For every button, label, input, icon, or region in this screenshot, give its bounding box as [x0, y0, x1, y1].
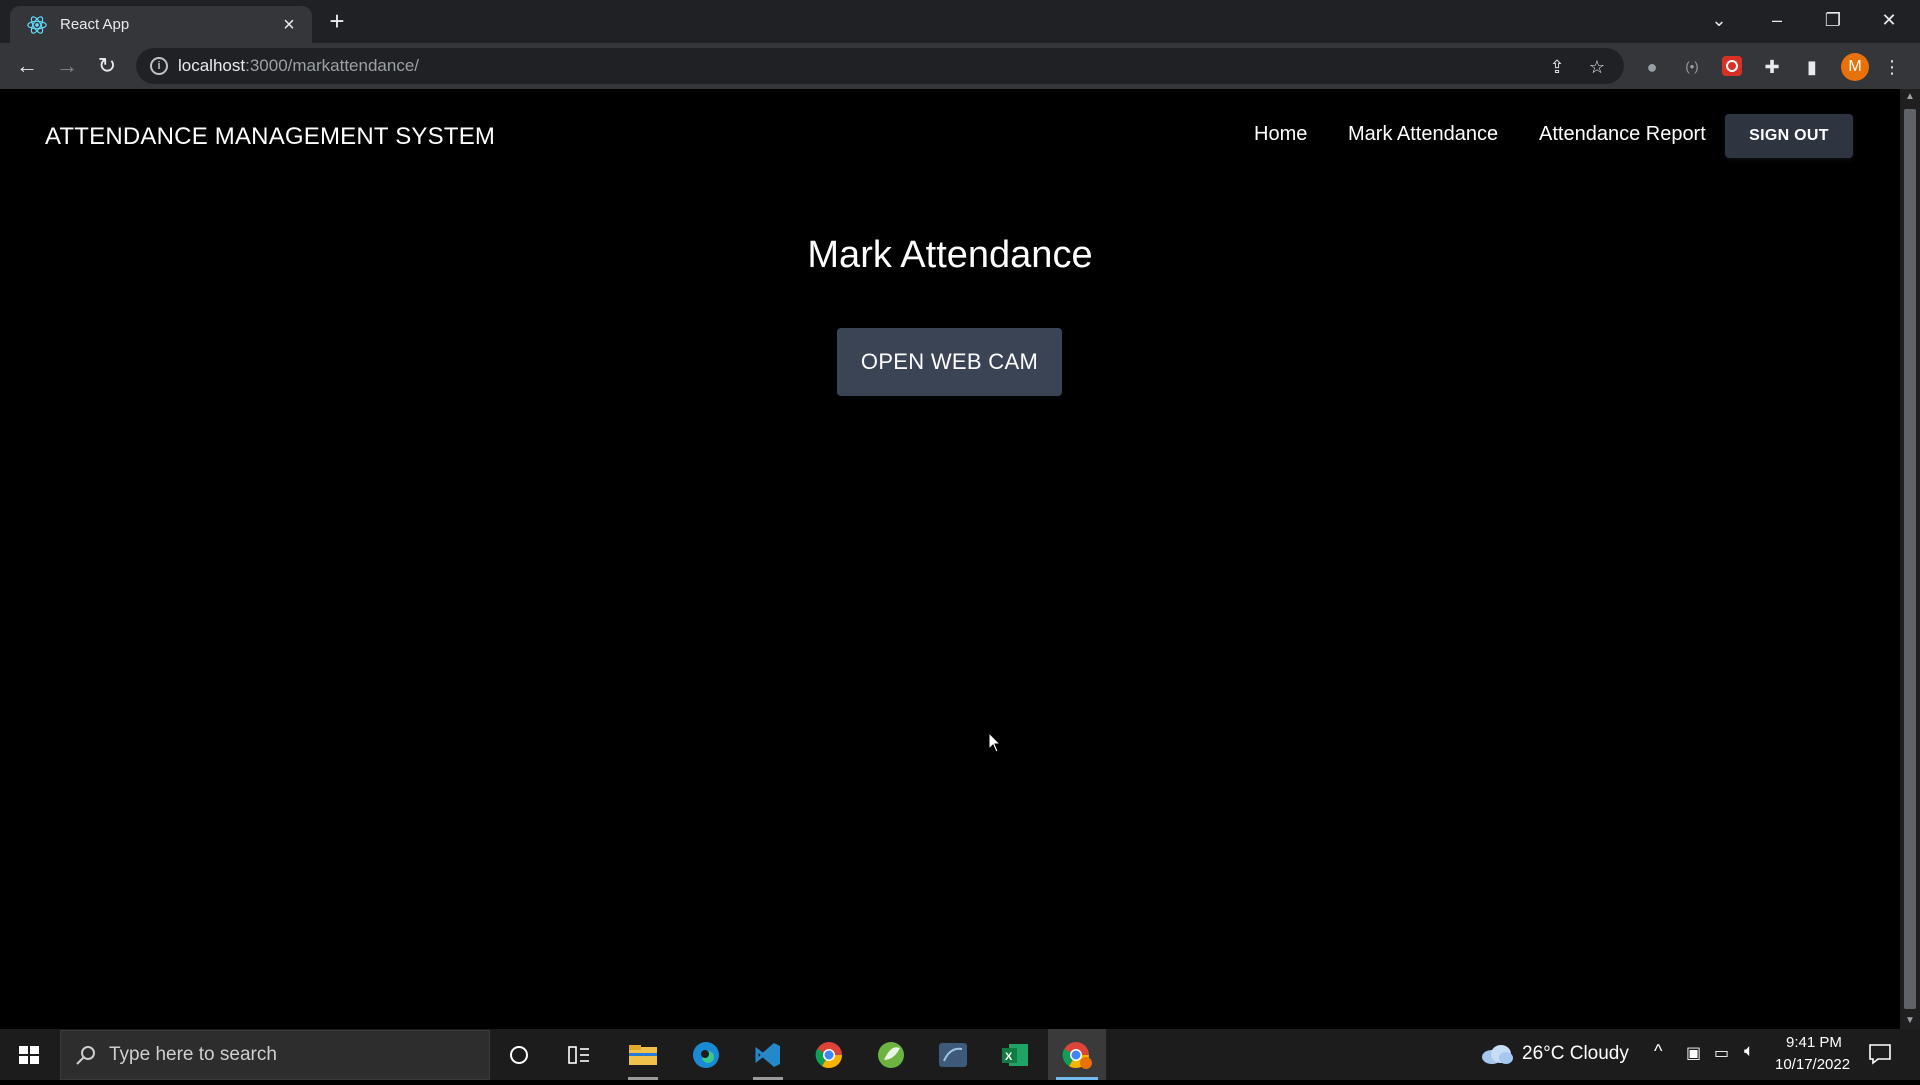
browser-tab[interactable]: React App ×: [10, 6, 312, 43]
search-icon: [76, 1046, 95, 1065]
search-placeholder: Type here to search: [109, 1044, 277, 1065]
puzzle-icon[interactable]: ✚: [1760, 55, 1784, 79]
windows-taskbar: Type here to search X 26°C Cloudy ^ ▣ ▭ …: [0, 1029, 1920, 1080]
forward-icon[interactable]: →: [53, 53, 81, 81]
page-viewport: ATTENDANCE MANAGEMENT SYSTEM Home Mark A…: [0, 89, 1900, 1029]
extension-icon[interactable]: ●: [1640, 55, 1664, 79]
menu-kebab-icon[interactable]: ⋮: [1880, 55, 1904, 79]
side-panel-icon[interactable]: ▮: [1800, 55, 1824, 79]
nav-attendance-report[interactable]: Attendance Report: [1539, 123, 1706, 146]
clock-time[interactable]: 9:41 PM: [1786, 1034, 1842, 1051]
open-webcam-button[interactable]: OPEN WEB CAM: [837, 328, 1062, 396]
cloud-weather-icon[interactable]: [1480, 1043, 1514, 1065]
battery-icon[interactable]: ▭: [1714, 1043, 1729, 1063]
meet-now-icon[interactable]: ▣: [1686, 1043, 1701, 1063]
profile-avatar[interactable]: M: [1841, 53, 1869, 81]
tab-strip: React App × + ⌄ – ❐ ✕: [0, 0, 1920, 43]
sign-out-button[interactable]: SIGN OUT: [1725, 114, 1853, 158]
url-host: localhost: [178, 56, 246, 75]
tab-title: React App: [60, 16, 130, 33]
vscode-icon[interactable]: [739, 1029, 797, 1080]
url-path: :3000/markattendance/: [245, 56, 420, 75]
file-explorer-icon[interactable]: [614, 1029, 672, 1080]
address-bar[interactable]: i localhost:3000/markattendance/ ⇪ ☆: [136, 48, 1624, 84]
scrollbar-thumb[interactable]: [1904, 109, 1916, 1009]
spring-tools-icon[interactable]: [862, 1029, 920, 1080]
taskbar-search-input[interactable]: Type here to search: [60, 1030, 490, 1080]
close-tab-icon[interactable]: ×: [278, 14, 300, 36]
windows-start-icon[interactable]: [0, 1029, 58, 1080]
reload-icon[interactable]: ↻: [93, 53, 121, 81]
react-icon: [27, 15, 47, 34]
share-icon[interactable]: ⇪: [1546, 56, 1568, 78]
mysql-workbench-icon[interactable]: [924, 1029, 982, 1080]
site-info-icon[interactable]: i: [150, 57, 168, 75]
back-icon[interactable]: ←: [13, 53, 41, 81]
scroll-up-icon[interactable]: ▲: [1900, 89, 1920, 105]
restore-icon[interactable]: ❐: [1810, 4, 1856, 36]
chrome-icon[interactable]: [800, 1029, 858, 1080]
page-title: Mark Attendance: [807, 234, 1093, 276]
page-scrollbar[interactable]: ▲ ▼: [1900, 89, 1920, 1029]
edge-icon[interactable]: [677, 1029, 735, 1080]
bookmark-star-icon[interactable]: ☆: [1586, 56, 1608, 78]
app-brand[interactable]: ATTENDANCE MANAGEMENT SYSTEM: [45, 123, 495, 151]
excel-icon[interactable]: X: [986, 1029, 1044, 1080]
cortana-icon[interactable]: [490, 1029, 548, 1080]
nav-mark-attendance[interactable]: Mark Attendance: [1348, 123, 1498, 146]
browser-toolbar: ← → ↻ i localhost:3000/markattendance/ ⇪…: [0, 43, 1920, 89]
scroll-down-icon[interactable]: ▼: [1900, 1013, 1920, 1029]
volume-icon[interactable]: 🔈︎: [1744, 1041, 1754, 1061]
new-tab-icon[interactable]: +: [325, 8, 349, 34]
mouse-cursor-icon: [988, 732, 1002, 753]
media-icon[interactable]: (•): [1680, 55, 1704, 79]
nav-home[interactable]: Home: [1254, 123, 1307, 146]
close-window-icon[interactable]: ✕: [1866, 4, 1912, 36]
clock-date[interactable]: 10/17/2022: [1775, 1056, 1850, 1073]
task-view-icon[interactable]: [550, 1029, 608, 1080]
chrome-profile-icon[interactable]: [1048, 1029, 1106, 1080]
notification-center-icon[interactable]: [1868, 1043, 1892, 1065]
tray-chevron-icon[interactable]: ^: [1654, 1041, 1662, 1062]
minimize-icon[interactable]: –: [1754, 4, 1800, 36]
extension-red-icon[interactable]: [1720, 55, 1744, 79]
weather-text[interactable]: 26°C Cloudy: [1522, 1043, 1629, 1065]
svg-text:X: X: [1005, 1051, 1013, 1063]
tab-search-icon[interactable]: ⌄: [1696, 4, 1742, 36]
